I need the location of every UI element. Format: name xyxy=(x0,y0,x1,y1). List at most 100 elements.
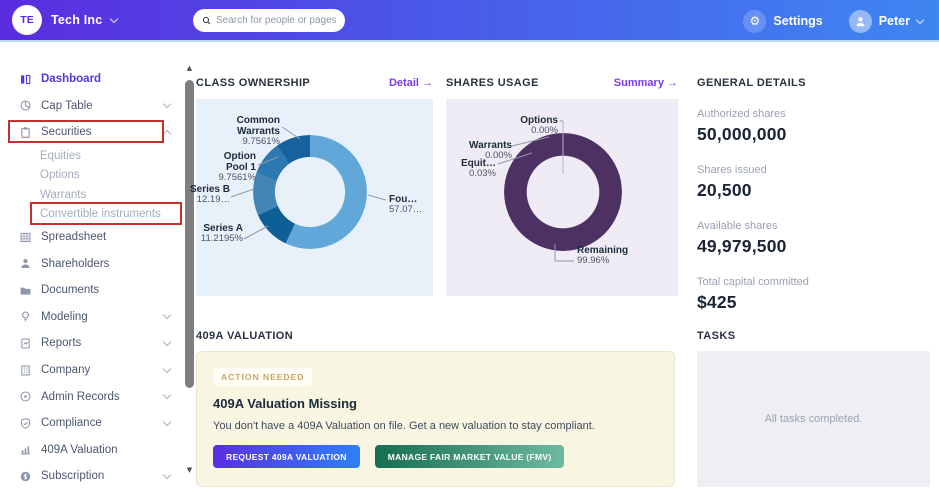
sidebar-item-options[interactable]: Options xyxy=(0,165,183,185)
chevron-down-icon xyxy=(162,337,172,347)
company-switcher[interactable]: TE Tech Inc xyxy=(0,5,119,35)
sidebar-item-convertible-instruments[interactable]: Convertible instruments xyxy=(0,204,183,224)
slice-label-options: Options 0.00% xyxy=(520,115,558,137)
tasks-card: All tasks completed. xyxy=(697,351,930,487)
person-icon xyxy=(18,257,32,271)
search-input[interactable] xyxy=(216,15,336,26)
class-ownership-chart-panel: Common Warrants 9.7561% Option Pool 1 9.… xyxy=(190,99,433,296)
slice-label-option-pool-1: Option Pool 1 9.7561% xyxy=(218,151,256,184)
slice-label-founders: Fou… 57.07… xyxy=(389,194,423,216)
sidebar-item-company[interactable]: Company xyxy=(0,357,183,384)
sidebar-item-spreadsheet[interactable]: Spreadsheet xyxy=(0,224,183,251)
sidebar-item-label: Modeling xyxy=(41,310,88,323)
record-icon xyxy=(18,390,32,404)
user-name: Peter xyxy=(878,14,910,28)
chevron-down-icon xyxy=(162,417,172,426)
tasks-title: TASKS xyxy=(697,330,736,342)
lightbulb-icon xyxy=(18,310,32,324)
sidebar-item-dashboard[interactable]: Dashboard xyxy=(0,66,183,93)
slice-label-common-warrants: Common Warrants 9.7561% xyxy=(236,115,280,148)
stat-available-shares: Available shares 49,979,500 xyxy=(697,220,787,256)
building-icon xyxy=(18,363,32,377)
clipboard-icon xyxy=(18,125,32,139)
settings-label: Settings xyxy=(773,14,823,28)
sidebar-item-label: Compliance xyxy=(41,417,102,430)
sidebar-item-label: Spreadsheet xyxy=(41,231,107,244)
slice-label-equity: Equit… 0.03% xyxy=(461,158,496,180)
sidebar-item-documents[interactable]: Documents xyxy=(0,277,183,304)
folder-icon xyxy=(18,283,32,297)
sidebar-item-label: Shareholders xyxy=(41,257,110,270)
search-icon xyxy=(202,16,211,25)
settings-button[interactable]: ⚙ Settings xyxy=(743,9,823,33)
sidebar-item-label: Dashboard xyxy=(41,73,102,86)
manage-fmv-button[interactable]: MANAGE FAIR MARKET VALUE (FMV) xyxy=(374,445,565,468)
top-navbar: TE Tech Inc ⚙ Settings xyxy=(0,0,939,42)
action-needed-badge: ACTION NEEDED xyxy=(213,368,313,386)
sidebar-item-label: Reports xyxy=(41,337,82,350)
chevron-down-icon xyxy=(162,470,172,480)
shield-check-icon xyxy=(18,416,32,430)
class-ownership-donut xyxy=(253,135,367,249)
app: TE Tech Inc ⚙ Settings xyxy=(0,0,939,490)
avatar xyxy=(848,9,872,33)
user-menu[interactable]: Peter xyxy=(848,9,925,33)
shares-usage-donut xyxy=(504,133,622,251)
sidebar-item-label: Equities xyxy=(40,149,81,162)
sidebar-item-subscription[interactable]: Subscription xyxy=(0,463,183,490)
sidebar-item-label: Options xyxy=(40,169,80,182)
pie-chart-icon xyxy=(18,99,32,113)
class-ownership-detail-link[interactable]: Detail → xyxy=(389,77,433,89)
valuation-missing-heading: 409A Valuation Missing xyxy=(213,396,358,411)
sidebar-item-label: Company xyxy=(41,364,91,377)
valuation-409a-title: 409A VALUATION xyxy=(196,330,294,342)
sidebar-item-admin-records[interactable]: Admin Records xyxy=(0,383,183,410)
chevron-down-icon xyxy=(915,15,925,24)
sidebar-item-label: Warrants xyxy=(40,188,87,201)
chevron-down-icon xyxy=(162,390,172,400)
slice-label-remaining: Remaining 99.96% xyxy=(577,245,629,267)
chevron-up-icon xyxy=(162,129,172,139)
sidebar-item-equities[interactable]: Equities xyxy=(0,146,183,166)
sidebar-item-compliance[interactable]: Compliance xyxy=(0,410,183,437)
dashboard-icon xyxy=(18,72,32,86)
general-details-title: GENERAL DETAILS xyxy=(697,77,806,89)
shares-usage-summary-link[interactable]: Summary → xyxy=(614,77,678,89)
global-search[interactable] xyxy=(193,9,345,32)
scroll-down-arrow-icon[interactable]: ▼ xyxy=(184,466,195,474)
sidebar-item-label: Cap Table xyxy=(41,99,93,112)
slice-label-series-a: Series A 11.2195% xyxy=(200,223,243,245)
company-initials: TE xyxy=(20,14,34,26)
chevron-down-icon xyxy=(110,14,119,23)
sidebar-item-label: Securities xyxy=(41,126,92,139)
sidebar-item-label: Convertible instruments xyxy=(40,208,161,221)
valuation-409a-card: ACTION NEEDED 409A Valuation Missing You… xyxy=(196,351,675,487)
grid-icon xyxy=(18,230,32,244)
sidebar-item-409a-valuation[interactable]: 409A Valuation xyxy=(0,437,183,464)
chevron-down-icon xyxy=(162,311,172,320)
slice-label-series-b: Series B 12.19… xyxy=(189,184,230,206)
scroll-up-arrow-icon[interactable]: ▲ xyxy=(184,64,195,72)
sidebar-item-securities[interactable]: Securities xyxy=(0,119,183,146)
chevron-down-icon xyxy=(162,100,172,109)
shares-usage-chart-panel: Options 0.00% Warrants 0.00% Equit… 0.03… xyxy=(446,99,678,296)
general-details-section: GENERAL DETAILS Authorized shares 50,000… xyxy=(697,77,930,313)
sidebar-item-reports[interactable]: Reports xyxy=(0,330,183,357)
dollar-icon xyxy=(18,469,32,483)
sidebar-item-label: Documents xyxy=(41,284,100,297)
class-ownership-title: CLASS OWNERSHIP xyxy=(196,77,311,89)
sidebar-item-label: Admin Records xyxy=(41,390,120,403)
report-icon xyxy=(18,336,32,350)
main-scrollbar[interactable]: ▲ ▼ xyxy=(183,42,196,490)
stat-authorized-shares: Authorized shares 50,000,000 xyxy=(697,108,787,144)
sidebar-item-warrants[interactable]: Warrants xyxy=(0,185,183,205)
sidebar-item-modeling[interactable]: Modeling xyxy=(0,304,183,331)
person-icon xyxy=(856,16,865,26)
sidebar-item-shareholders[interactable]: Shareholders xyxy=(0,250,183,277)
sidebar-item-cap-table[interactable]: Cap Table xyxy=(0,93,183,120)
request-409a-valuation-button[interactable]: REQUEST 409A VALUATION xyxy=(213,445,360,468)
valuation-missing-body: You don't have a 409A Valuation on file.… xyxy=(213,420,595,432)
sidebar-item-label: 409A Valuation xyxy=(41,443,118,456)
valuation-buttons: REQUEST 409A VALUATION MANAGE FAIR MARKE… xyxy=(213,445,658,468)
company-name: Tech Inc xyxy=(51,13,103,27)
